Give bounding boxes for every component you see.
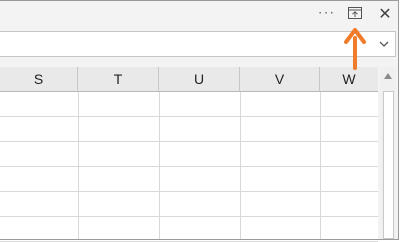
column-headers: S T U V W — [0, 67, 378, 92]
grid-rows — [0, 92, 378, 242]
vertical-scrollbar[interactable] — [380, 67, 396, 239]
column-header-t[interactable]: T — [78, 67, 159, 91]
column-divider — [78, 92, 79, 239]
title-bar: ··· ✕ — [0, 1, 398, 29]
column-divider — [159, 92, 160, 239]
restore-down-icon — [348, 7, 362, 19]
spreadsheet-grid: S T U V W — [0, 67, 378, 242]
column-header-v[interactable]: V — [240, 67, 320, 91]
app-window: ··· ✕ S T U V W — [0, 0, 399, 242]
caret-up-icon — [384, 73, 392, 79]
formula-input[interactable] — [0, 32, 372, 56]
table-row[interactable] — [0, 217, 378, 242]
column-header-w[interactable]: W — [320, 67, 378, 91]
scrollbar-thumb[interactable] — [383, 91, 394, 239]
column-divider — [240, 92, 241, 239]
table-row[interactable] — [0, 92, 378, 117]
column-header-u[interactable]: U — [159, 67, 240, 91]
chevron-down-icon — [379, 41, 389, 47]
more-options-button[interactable]: ··· — [314, 1, 340, 25]
restore-down-button[interactable] — [344, 1, 366, 25]
close-button[interactable]: ✕ — [374, 1, 396, 25]
table-row[interactable] — [0, 167, 378, 192]
expand-formula-bar-button[interactable] — [375, 34, 393, 54]
formula-bar — [0, 31, 396, 57]
table-row[interactable] — [0, 192, 378, 217]
scroll-up-button[interactable] — [380, 73, 396, 87]
table-row[interactable] — [0, 142, 378, 167]
table-row[interactable] — [0, 117, 378, 142]
column-header-s[interactable]: S — [0, 67, 78, 91]
column-divider — [320, 92, 321, 239]
